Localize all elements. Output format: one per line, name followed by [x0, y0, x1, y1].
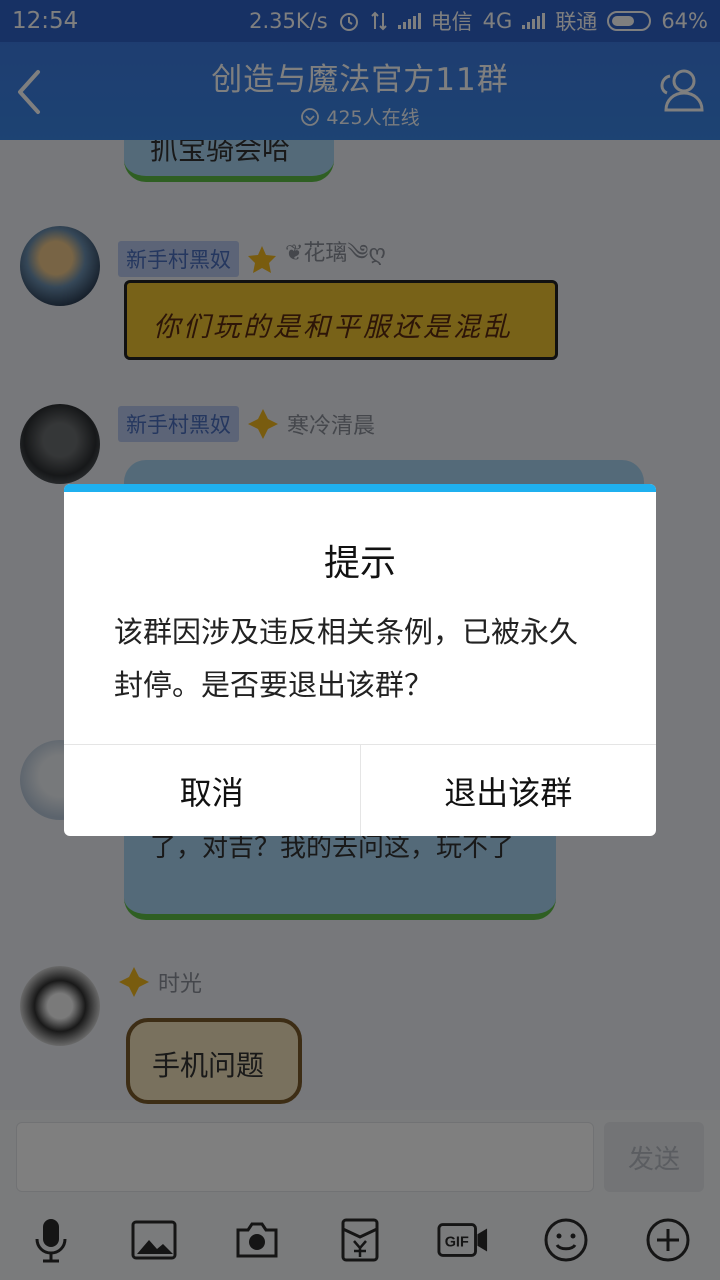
dialog-accent-bar: [64, 484, 656, 492]
dialog-title: 提示: [323, 543, 396, 584]
dialog-actions: 取消 退出该群: [64, 744, 656, 836]
dialog-message: 该群因涉及违反相关条例，已被永久封停。是否要退出该群？: [114, 615, 579, 702]
alert-dialog: 提示 该群因涉及违反相关条例，已被永久封停。是否要退出该群？ 取消 退出该群: [64, 484, 656, 836]
exit-group-button[interactable]: 退出该群: [359, 745, 657, 836]
cancel-button[interactable]: 取消: [64, 745, 360, 836]
